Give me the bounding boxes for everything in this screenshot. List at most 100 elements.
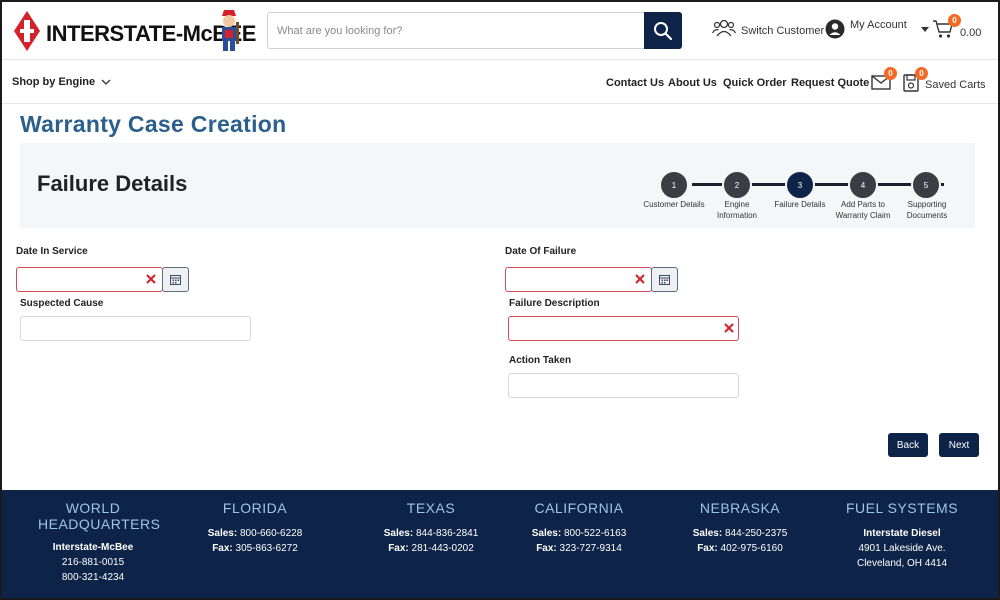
sales-label: Sales: — [531, 528, 562, 539]
step-2[interactable]: 2 — [722, 170, 752, 200]
sales-phone: 800-660-6228 — [239, 528, 303, 539]
calendar-icon — [659, 275, 670, 285]
shop-by-engine-label: Shop by Engine — [12, 76, 96, 88]
step-5[interactable]: 5 — [911, 170, 941, 200]
footer-heading: TEXAS — [406, 500, 456, 516]
date-in-service-calendar-button[interactable] — [162, 267, 189, 292]
step-4[interactable]: 4 — [848, 170, 878, 200]
messages-button[interactable]: 0 — [871, 67, 897, 93]
sales-phone: 800-522-6163 — [563, 528, 627, 539]
footer-phone[interactable]: 216-881-0015 — [30, 555, 156, 570]
shop-by-engine-menu[interactable]: Shop by Engine — [12, 76, 111, 88]
clear-x-icon[interactable] — [145, 273, 157, 285]
step-panel: Failure Details 1 2 3 4 5 Customer Detai… — [20, 143, 975, 228]
date-in-service-field — [16, 267, 163, 292]
saved-carts-label: Saved Carts — [925, 79, 986, 91]
step-3[interactable]: 3 — [785, 170, 815, 200]
sales-label: Sales: — [207, 528, 238, 539]
fax-label: Fax: — [388, 543, 409, 554]
footer-col-texas: TEXAS Sales: 844-836-2841 Fax: 281-443-0… — [371, 500, 491, 556]
cart-button[interactable]: 0 0.00 — [932, 14, 982, 39]
cart-total: 0.00 — [960, 27, 982, 39]
footer-heading: WORLD HEADQUARTERS — [38, 500, 161, 532]
action-taken-label: Action Taken — [509, 355, 572, 366]
fax-number: 323-727-9314 — [559, 543, 622, 554]
suspected-cause-label: Suspected Cause — [20, 298, 104, 309]
footer-fax: Fax: 281-443-0202 — [371, 541, 491, 556]
logo[interactable]: INTERSTATE-McBEE — [12, 8, 256, 54]
search-box — [267, 12, 682, 49]
mascot-icon — [222, 10, 239, 51]
failure-description-field — [508, 316, 739, 341]
footer-fax: Fax: 402-975-6160 — [680, 541, 800, 556]
footer-sales[interactable]: Sales: 844-250-2375 — [680, 526, 800, 541]
step-3-label: Failure Details — [774, 200, 826, 209]
messages-count-badge: 0 — [884, 67, 897, 80]
sales-phone: 844-836-2841 — [415, 528, 479, 539]
search-button[interactable] — [644, 12, 682, 49]
nav-about-us[interactable]: About Us — [668, 77, 717, 89]
suspected-cause-input[interactable] — [21, 317, 250, 340]
logo-diamond-icon — [14, 11, 40, 51]
date-of-failure-field — [505, 267, 652, 292]
fax-number: 305-863-6272 — [235, 543, 298, 554]
step-5-label: Supporting Documents — [906, 200, 948, 220]
app-window: INTERSTATE-McBEE What are you looking fo… — [0, 0, 1000, 600]
footer-sales[interactable]: Sales: 800-660-6228 — [195, 526, 315, 541]
nav-quick-order[interactable]: Quick Order — [723, 77, 787, 89]
date-of-failure-input[interactable] — [506, 268, 651, 291]
switch-customer-label: Switch Customer — [741, 25, 825, 37]
calendar-icon — [170, 275, 181, 285]
chevron-down-icon — [101, 79, 111, 85]
date-of-failure-label: Date Of Failure — [505, 246, 577, 257]
sales-phone: 844-250-2375 — [724, 528, 788, 539]
step-4-label: Add Parts to Warranty Claim — [835, 200, 891, 220]
footer-line: Cleveland, OH 4414 — [856, 558, 948, 569]
my-account-label: My Account — [850, 19, 907, 31]
action-taken-input[interactable] — [509, 374, 738, 397]
fax-number: 402-975-6160 — [720, 543, 783, 554]
back-button[interactable]: Back — [888, 433, 928, 457]
sales-label: Sales: — [692, 528, 723, 539]
clear-x-icon[interactable] — [634, 273, 646, 285]
clear-x-icon[interactable] — [723, 322, 735, 334]
footer-phone[interactable]: 800-321-4234 — [30, 570, 156, 585]
fax-label: Fax: — [212, 543, 233, 554]
nav-bar: Shop by Engine Contact Us About Us Quick… — [2, 60, 998, 104]
cart-count-badge: 0 — [948, 14, 961, 27]
failure-description-input[interactable] — [509, 317, 738, 340]
footer-heading: FLORIDA — [222, 500, 288, 516]
my-account-button[interactable]: My Account — [825, 19, 929, 39]
saved-carts-button[interactable]: 0 Saved Carts — [903, 67, 993, 94]
footer-col-nebraska: NEBRASKA Sales: 844-250-2375 Fax: 402-97… — [680, 500, 800, 556]
step-1[interactable]: 1 — [659, 170, 689, 200]
footer: WORLD HEADQUARTERS Interstate-McBee 216-… — [2, 490, 998, 598]
action-taken-field — [508, 373, 739, 398]
search-icon — [654, 21, 673, 40]
footer-col-fuel-systems: FUEL SYSTEMS Interstate Diesel 4901 Lake… — [842, 500, 962, 571]
step-2-label: Engine Information — [716, 200, 758, 220]
page-title: Warranty Case Creation — [20, 111, 287, 137]
date-in-service-label: Date In Service — [16, 246, 88, 257]
nav-contact-us[interactable]: Contact Us — [606, 77, 664, 89]
footer-fax: Fax: 323-727-9314 — [519, 541, 639, 556]
account-icon — [825, 19, 845, 39]
footer-heading: FUEL SYSTEMS — [845, 500, 959, 516]
footer-col-headquarters: WORLD HEADQUARTERS Interstate-McBee 216-… — [30, 500, 161, 585]
nav-request-quote[interactable]: Request Quote — [791, 77, 869, 89]
footer-heading: NEBRASKA — [699, 500, 781, 516]
users-icon — [712, 19, 736, 37]
fax-label: Fax: — [697, 543, 718, 554]
footer-fax: Fax: 305-863-6272 — [195, 541, 315, 556]
top-header: INTERSTATE-McBEE What are you looking fo… — [2, 2, 998, 60]
next-button[interactable]: Next — [939, 433, 979, 457]
step-1-label: Customer Details — [643, 200, 705, 209]
sales-label: Sales: — [383, 528, 414, 539]
footer-sales[interactable]: Sales: 844-836-2841 — [371, 526, 491, 541]
date-of-failure-calendar-button[interactable] — [651, 267, 678, 292]
footer-line: 4901 Lakeside Ave. — [858, 543, 946, 554]
switch-customer-button[interactable]: Switch Customer — [712, 19, 824, 37]
search-input[interactable] — [268, 13, 644, 48]
date-in-service-input[interactable] — [17, 268, 162, 291]
footer-sales[interactable]: Sales: 800-522-6163 — [519, 526, 639, 541]
